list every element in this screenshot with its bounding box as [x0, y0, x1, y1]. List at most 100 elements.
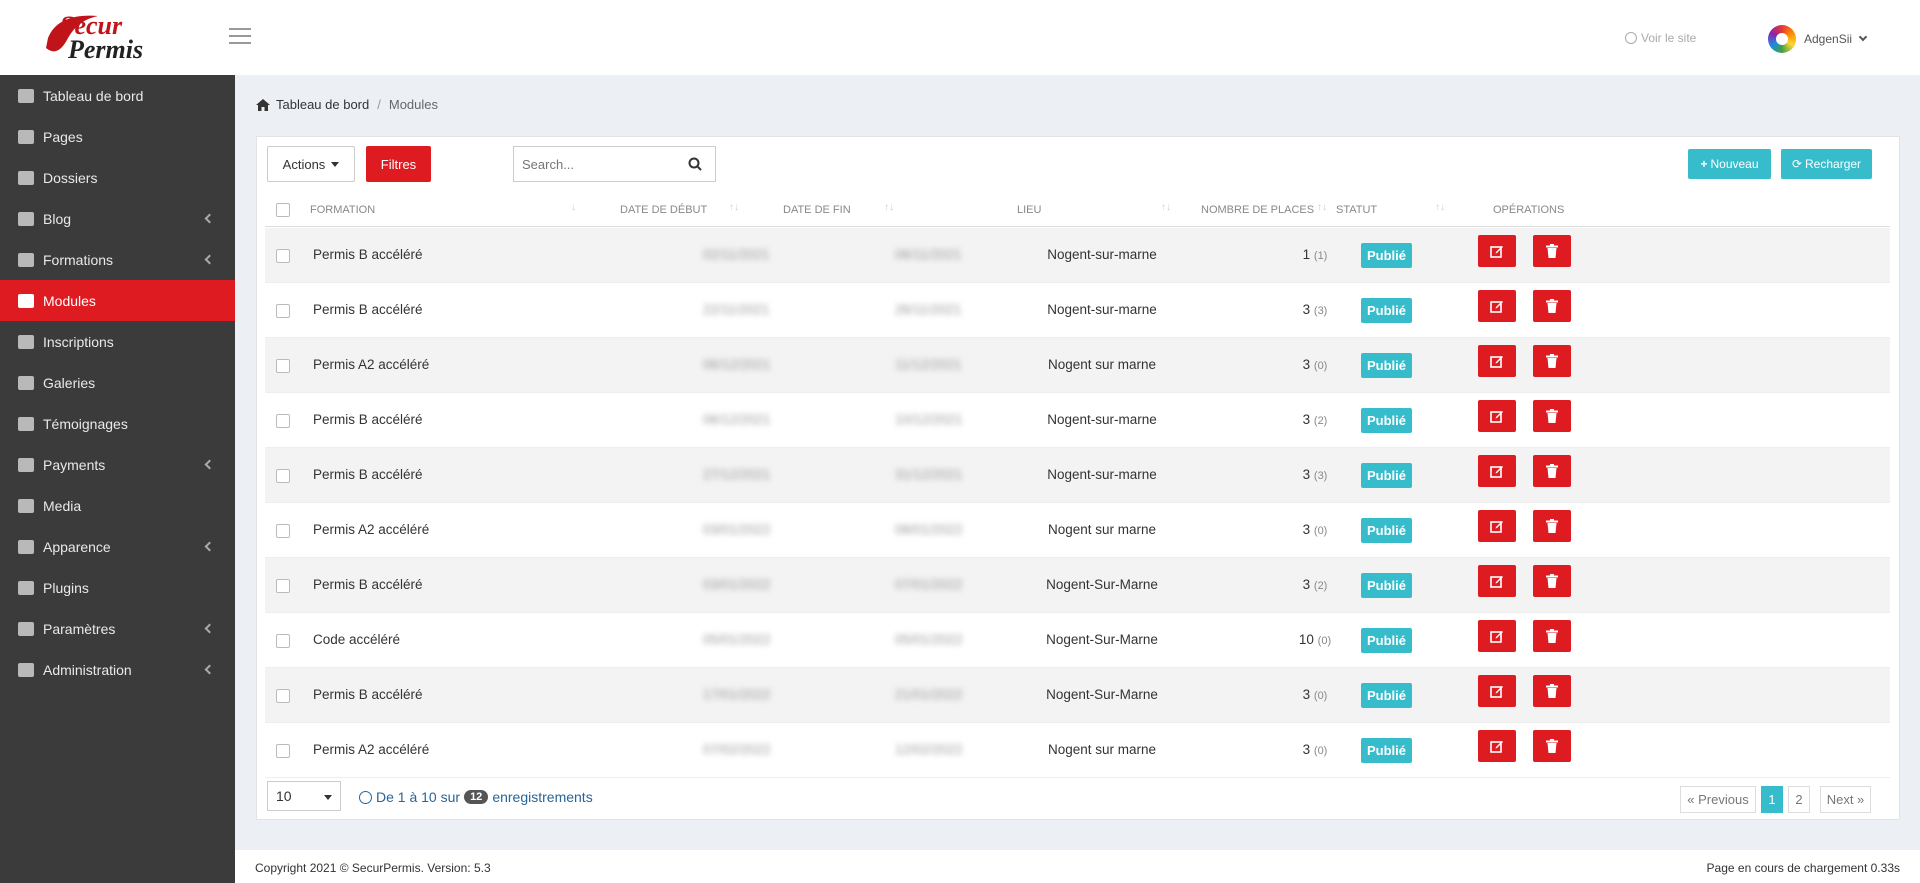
header-formation[interactable]: Formation — [310, 204, 375, 216]
sidebar-item-formations[interactable]: Formations — [0, 239, 235, 280]
edit-button[interactable] — [1478, 345, 1516, 377]
sidebar-item-modules[interactable]: Modules — [0, 280, 235, 321]
caret-down-icon — [331, 161, 340, 167]
delete-button[interactable] — [1533, 675, 1571, 707]
delete-button[interactable] — [1533, 510, 1571, 542]
row-checkbox[interactable] — [276, 634, 290, 648]
delete-button[interactable] — [1533, 400, 1571, 432]
edit-button[interactable] — [1478, 510, 1516, 542]
sort-icon[interactable]: ↑↓ — [1317, 202, 1327, 213]
row-checkbox[interactable] — [276, 744, 290, 758]
delete-button[interactable] — [1533, 620, 1571, 652]
globe-icon — [1625, 32, 1637, 44]
sort-icon[interactable]: ↑↓ — [729, 202, 739, 213]
sort-icon[interactable]: ↑↓ — [884, 202, 894, 213]
status-badge: Publié — [1361, 628, 1413, 653]
sidebar-item-tableau-de-bord[interactable]: Tableau de bord — [0, 75, 235, 116]
securpermis-logo[interactable]: Secur Permis — [38, 8, 178, 68]
edit-button[interactable] — [1478, 620, 1516, 652]
sidebar-item-dossiers[interactable]: Dossiers — [0, 157, 235, 198]
row-checkbox[interactable] — [276, 689, 290, 703]
sidebar-item-t-moignages[interactable]: Témoignages — [0, 403, 235, 444]
header-statut[interactable]: Statut — [1336, 204, 1377, 216]
delete-button[interactable] — [1533, 290, 1571, 322]
table-body: Permis B accéléré 02/11/2021 06/11/2021 Nog… — [265, 228, 1890, 778]
visit-site-link[interactable]: Voir le site — [1625, 31, 1696, 45]
cell-places: 3 (0) — [1302, 742, 1328, 757]
row-checkbox[interactable] — [276, 359, 290, 373]
cell-places: 10 (0) — [1298, 632, 1332, 647]
cell-date-debut: 03/01/2022 — [703, 522, 771, 537]
cell-date-fin: 26/11/2021 — [895, 302, 962, 317]
cell-date-fin: 05/01/2022 — [895, 632, 963, 647]
sidebar-item-plugins[interactable]: Plugins — [0, 567, 235, 608]
graduation-cap-icon — [18, 252, 34, 267]
sidebar-item-blog[interactable]: Blog — [0, 198, 235, 239]
sidebar-item-media[interactable]: Media — [0, 485, 235, 526]
chevron-left-icon — [204, 541, 215, 552]
edit-button[interactable] — [1478, 455, 1516, 487]
edit-button[interactable] — [1478, 565, 1516, 597]
sidebar-item-administration[interactable]: Administration — [0, 649, 235, 690]
edit-icon — [1490, 576, 1503, 588]
edit-icon — [1490, 741, 1503, 753]
previous-page-button[interactable]: « Previous — [1680, 786, 1756, 813]
edit-button[interactable] — [1478, 290, 1516, 322]
row-checkbox[interactable] — [276, 579, 290, 593]
calendar-check-icon — [18, 334, 34, 349]
search-icon[interactable] — [688, 157, 702, 171]
row-checkbox[interactable] — [276, 414, 290, 428]
table-row: Permis B accéléré 22/11/2021 26/11/2021 Nog… — [265, 283, 1890, 338]
edit-button[interactable] — [1478, 400, 1516, 432]
sidebar-item-apparence[interactable]: Apparence — [0, 526, 235, 567]
cell-date-fin: 07/01/2022 — [895, 577, 963, 592]
sidebar-item-pages[interactable]: Pages — [0, 116, 235, 157]
cell-date-fin: 08/01/2022 — [895, 522, 963, 537]
sidebar-item-label: Modules — [43, 292, 96, 309]
row-checkbox[interactable] — [276, 249, 290, 263]
select-all-checkbox[interactable] — [276, 203, 290, 217]
header-date-fin[interactable]: Date de fin — [783, 204, 851, 216]
header-date-debut[interactable]: Date de début — [620, 204, 707, 216]
status-badge: Publié — [1361, 298, 1413, 323]
edit-button[interactable] — [1478, 235, 1516, 267]
page-2-button[interactable]: 2 — [1788, 786, 1810, 813]
edit-button[interactable] — [1478, 730, 1516, 762]
user-menu[interactable]: AdgenSii — [1768, 25, 1868, 53]
sidebar-item-label: Payments — [43, 456, 106, 473]
actions-dropdown[interactable]: Actions — [267, 146, 355, 182]
chevron-left-icon — [204, 623, 215, 634]
table-row: Permis B accéléré 06/12/2021 10/12/2021 Nog… — [265, 393, 1890, 448]
delete-button[interactable] — [1533, 730, 1571, 762]
caret-down-icon — [324, 795, 332, 800]
header-places[interactable]: Nombre de places — [1201, 204, 1314, 216]
page-size-select[interactable]: 10 — [267, 781, 341, 811]
sort-icon[interactable]: ↑↓ — [1435, 202, 1445, 213]
sort-icon[interactable]: ↓ — [571, 202, 576, 213]
sidebar-toggle-icon[interactable] — [229, 28, 251, 44]
cell-places: 3 (2) — [1302, 577, 1328, 592]
new-button[interactable]: + Nouveau — [1688, 149, 1771, 179]
sidebar-item-payments[interactable]: Payments — [0, 444, 235, 485]
search-input[interactable] — [514, 147, 682, 181]
delete-button[interactable] — [1533, 345, 1571, 377]
sidebar-item-galeries[interactable]: Galeries — [0, 362, 235, 403]
edit-button[interactable] — [1478, 675, 1516, 707]
breadcrumb-home[interactable]: Tableau de bord — [276, 97, 369, 112]
delete-button[interactable] — [1533, 455, 1571, 487]
delete-button[interactable] — [1533, 565, 1571, 597]
header-lieu[interactable]: Lieu — [1017, 204, 1041, 216]
sidebar-item-param-tres[interactable]: Paramètres — [0, 608, 235, 649]
cell-lieu: Nogent-Sur-Marne — [1046, 687, 1158, 702]
sort-icon[interactable]: ↑↓ — [1161, 202, 1171, 213]
next-page-button[interactable]: Next » — [1820, 786, 1871, 813]
page-1-button[interactable]: 1 — [1761, 786, 1783, 813]
row-checkbox[interactable] — [276, 524, 290, 538]
sidebar-item-inscriptions[interactable]: Inscriptions — [0, 321, 235, 362]
row-checkbox[interactable] — [276, 469, 290, 483]
filters-button[interactable]: Filtres — [366, 146, 431, 182]
row-checkbox[interactable] — [276, 304, 290, 318]
delete-button[interactable] — [1533, 235, 1571, 267]
reload-button[interactable]: ⟳ Recharger — [1781, 149, 1872, 179]
trash-icon — [1546, 299, 1558, 313]
